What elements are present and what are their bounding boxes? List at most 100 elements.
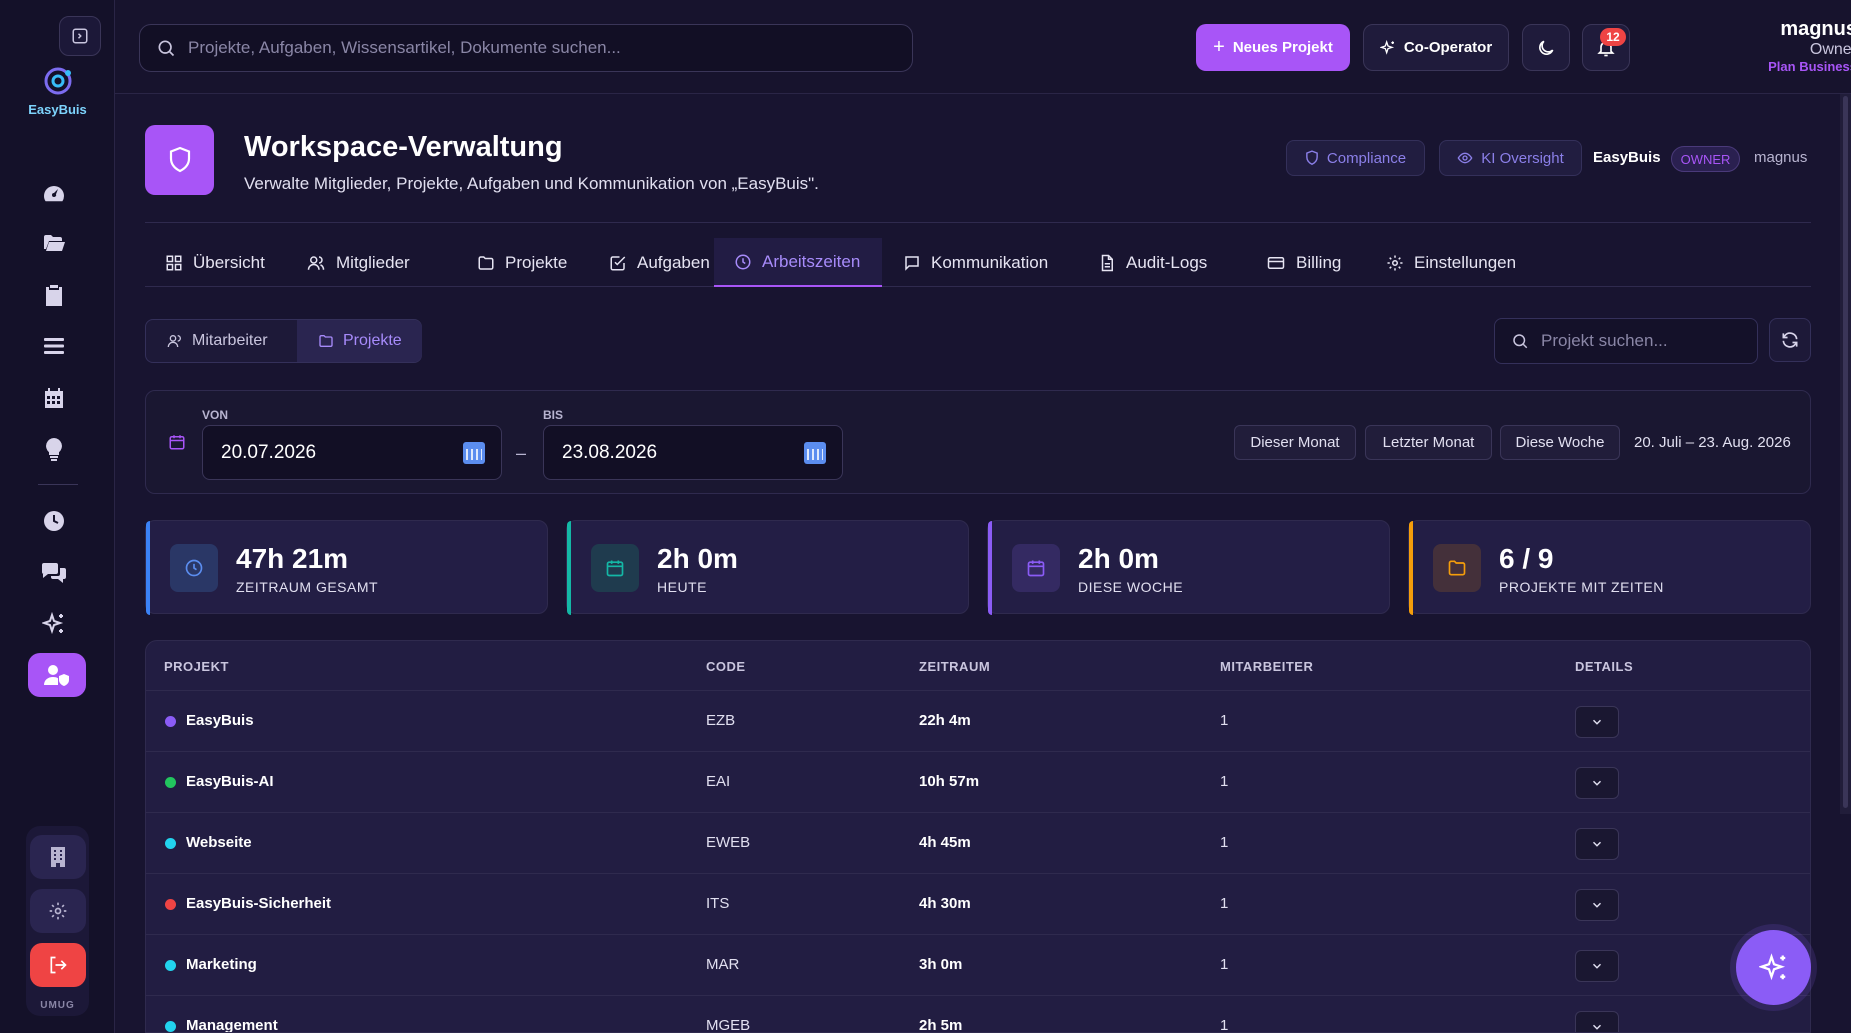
tab-einstellungen[interactable]: Einstellungen — [1366, 238, 1536, 287]
nav-tasks[interactable] — [36, 277, 72, 313]
new-project-label: Neues Projekt — [1232, 39, 1333, 56]
user-info[interactable]: magnus Owner Plan Business — [1655, 18, 1851, 74]
table-row[interactable]: Management MGEB 2h 5m 1 — [146, 996, 1810, 1033]
quick-letzter-monat-button[interactable]: Letzter Monat — [1365, 425, 1492, 460]
stat-label: HEUTE — [657, 579, 707, 595]
project-color-dot — [165, 777, 176, 788]
nav-projects[interactable] — [36, 225, 72, 261]
column-header-details: DETAILS — [1575, 659, 1634, 674]
page-subtitle: Verwalte Mitglieder, Projekte, Aufgaben … — [244, 174, 819, 193]
tab-aufgaben[interactable]: Aufgaben — [589, 238, 730, 287]
table-row[interactable]: EasyBuis-AI EAI 10h 57m 1 — [146, 752, 1810, 813]
compliance-label: Compliance — [1326, 149, 1407, 167]
view-projekte-label: Projekte — [343, 332, 402, 349]
stat-card-week: 2h 0m DIESE WOCHE — [987, 520, 1390, 615]
tab-billing[interactable]: Billing — [1246, 238, 1361, 287]
column-header-zeitraum[interactable]: ZEITRAUM — [919, 659, 990, 674]
stat-value: 6 / 9 — [1499, 543, 1554, 574]
sidebar-toggle-button[interactable] — [59, 16, 101, 56]
nav-ai[interactable] — [36, 606, 72, 642]
stat-accent-bar — [1409, 521, 1413, 615]
project-code: MAR — [706, 956, 740, 973]
tab-mitglieder[interactable]: Mitglieder — [286, 238, 430, 287]
theme-toggle-button[interactable] — [1522, 24, 1570, 71]
chevron-down-icon — [1592, 841, 1602, 847]
view-projekte-button[interactable]: Projekte — [297, 320, 422, 362]
stat-icon-box — [591, 544, 639, 592]
quick-diese-woche-button[interactable]: Diese Woche — [1500, 425, 1620, 460]
tab-audit-logs[interactable]: Audit-Logs — [1078, 238, 1227, 287]
shield-icon — [1306, 150, 1318, 166]
tab-arbeitszeiten[interactable]: Arbeitszeiten — [714, 238, 882, 287]
workspace-icon-card — [145, 125, 214, 195]
project-members: 1 — [1220, 1017, 1229, 1033]
chevron-down-icon — [1592, 963, 1602, 969]
refresh-button[interactable] — [1769, 318, 1811, 362]
date-range-separator: – — [516, 443, 527, 463]
column-header-code[interactable]: CODE — [706, 659, 746, 674]
project-code: ITS — [706, 895, 730, 912]
project-color-dot — [165, 960, 176, 971]
logo[interactable]: EasyBuis — [0, 64, 115, 117]
from-date-input[interactable]: 20.07.2026 — [202, 425, 502, 480]
expand-details-button[interactable] — [1575, 1011, 1619, 1032]
nav-ideas[interactable] — [36, 431, 72, 467]
table-row[interactable]: EasyBuis EZB 22h 4m 1 — [146, 691, 1810, 752]
expand-details-button[interactable] — [1575, 767, 1619, 799]
ai-assistant-fab[interactable] — [1736, 930, 1811, 1005]
project-name: Webseite — [186, 834, 252, 851]
tab-label: Audit-Logs — [1126, 252, 1208, 272]
nav-dashboard[interactable] — [36, 176, 72, 212]
project-name: Management — [186, 1017, 278, 1033]
lightbulb-icon — [46, 438, 62, 461]
column-header-projekt[interactable]: PROJEKT — [164, 659, 229, 674]
nav-chat[interactable] — [36, 555, 72, 591]
new-project-button[interactable]: + Neues Projekt — [1196, 24, 1350, 71]
tab-kommunikation[interactable]: Kommunikation — [883, 238, 1068, 287]
expand-details-button[interactable] — [1575, 950, 1619, 982]
project-search-input[interactable]: Projekt suchen... — [1494, 318, 1758, 364]
table-row[interactable]: EasyBuis-Sicherheit ITS 4h 30m 1 — [146, 874, 1810, 935]
expand-details-button[interactable] — [1575, 889, 1619, 921]
shield-icon — [169, 146, 190, 173]
stat-value: 2h 0m — [657, 543, 738, 574]
logout-button[interactable] — [30, 943, 86, 987]
global-search-input[interactable]: Projekte, Aufgaben, Wissensartikel, Doku… — [139, 24, 913, 72]
user-role: Owner — [1809, 41, 1851, 58]
company-button[interactable] — [30, 835, 86, 879]
moon-icon — [1539, 40, 1554, 55]
expand-details-button[interactable] — [1575, 706, 1619, 738]
co-operator-button[interactable]: Co-Operator — [1363, 24, 1509, 71]
project-members: 1 — [1220, 712, 1229, 729]
nav-calendar[interactable] — [36, 380, 72, 416]
compliance-button[interactable]: Compliance — [1286, 140, 1425, 176]
project-members: 1 — [1220, 956, 1229, 973]
nav-list[interactable] — [36, 328, 72, 364]
nav-workspace-admin[interactable] — [28, 653, 86, 697]
table-row[interactable]: Marketing MAR 3h 0m 1 — [146, 935, 1810, 996]
nav-time[interactable] — [36, 503, 72, 539]
project-name: EasyBuis-Sicherheit — [186, 895, 332, 912]
user-shield-icon — [44, 665, 69, 686]
settings-button[interactable] — [30, 889, 86, 933]
view-mitarbeiter-button[interactable]: Mitarbeiter — [146, 320, 288, 362]
to-date-value: 23.08.2026 — [562, 441, 658, 463]
nav-divider — [38, 484, 78, 485]
to-date-input[interactable]: 23.08.2026 — [543, 425, 843, 480]
stat-icon-box — [1433, 544, 1481, 592]
co-operator-label: Co-Operator — [1403, 39, 1493, 56]
tab-uebersicht[interactable]: Übersicht — [145, 238, 285, 287]
date-picker-icon[interactable] — [463, 441, 485, 464]
project-time: 10h 57m — [919, 773, 980, 790]
date-picker-icon[interactable] — [804, 441, 826, 464]
project-time: 4h 45m — [919, 834, 971, 851]
tab-projekte[interactable]: Projekte — [457, 238, 587, 287]
table-row[interactable]: Webseite EWEB 4h 45m 1 — [146, 813, 1810, 874]
to-label: BIS — [543, 408, 564, 422]
expand-details-button[interactable] — [1575, 828, 1619, 860]
ki-oversight-button[interactable]: KI Oversight — [1439, 140, 1582, 176]
quick-dieser-monat-button[interactable]: Dieser Monat — [1234, 425, 1356, 460]
scrollbar-thumb[interactable] — [1843, 96, 1848, 808]
project-color-dot — [165, 716, 176, 727]
column-header-mitarbeiter[interactable]: MITARBEITER — [1220, 659, 1313, 674]
